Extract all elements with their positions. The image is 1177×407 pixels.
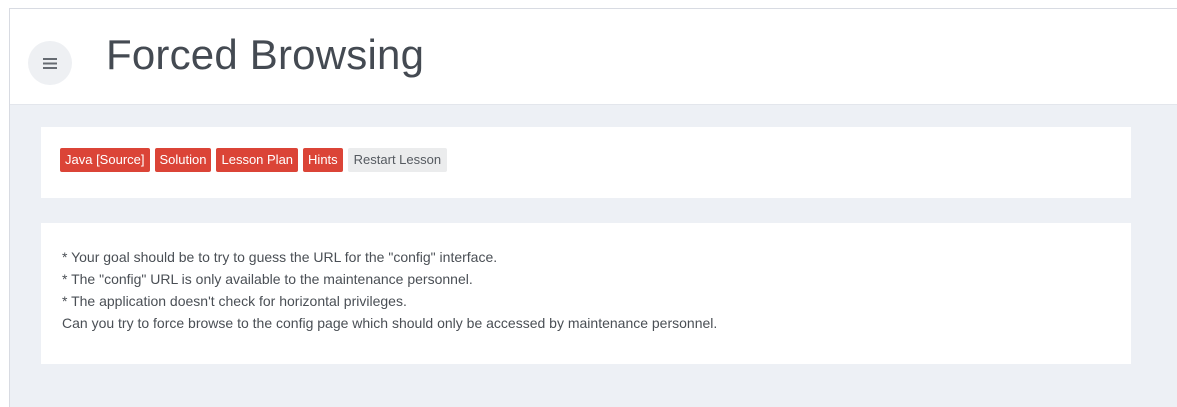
menu-toggle-button[interactable] xyxy=(28,41,72,85)
lesson-line: * The application doesn't check for hori… xyxy=(62,293,407,309)
lesson-plan-button[interactable]: Lesson Plan xyxy=(216,148,299,172)
solution-button[interactable]: Solution xyxy=(154,148,212,172)
lesson-line: * The "config" URL is only available to … xyxy=(62,271,473,287)
hamburger-icon xyxy=(43,57,57,69)
lesson-line: Can you try to force browse to the confi… xyxy=(62,315,718,331)
page-title: Forced Browsing xyxy=(106,31,425,78)
lesson-toolbar: Java [Source] Solution Lesson Plan Hints… xyxy=(60,148,448,172)
lesson-description: * Your goal should be to try to guess th… xyxy=(62,246,717,334)
java-source-button[interactable]: Java [Source] xyxy=(60,148,150,172)
page-header: Forced Browsing xyxy=(10,9,1177,105)
app-frame: Forced Browsing Java [Source] Solution L… xyxy=(9,8,1177,407)
lesson-toolbar-panel: Java [Source] Solution Lesson Plan Hints… xyxy=(41,127,1131,198)
lesson-content-panel: * Your goal should be to try to guess th… xyxy=(41,223,1131,364)
restart-lesson-button[interactable]: Restart Lesson xyxy=(347,148,448,172)
lesson-line: * Your goal should be to try to guess th… xyxy=(62,249,498,265)
hints-button[interactable]: Hints xyxy=(303,148,343,172)
